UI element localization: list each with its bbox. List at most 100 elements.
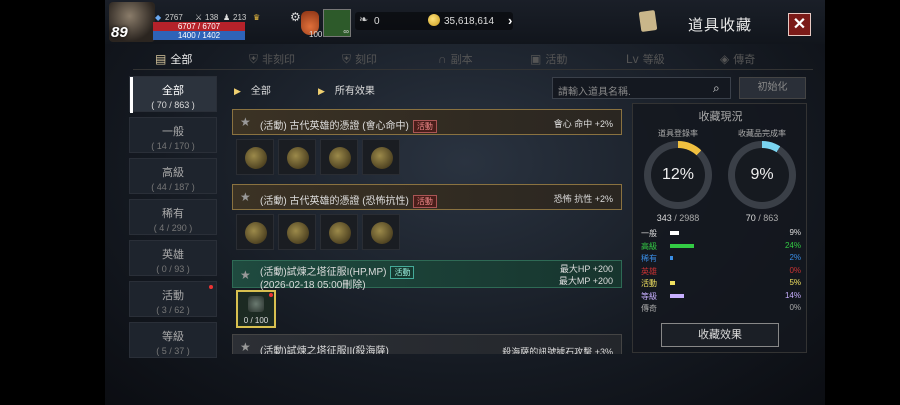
completion-rate-label: 收藏品完成率	[738, 129, 786, 138]
tab-engraved[interactable]: ⛨ 刻印	[342, 48, 377, 70]
completion-count: 70 / 863	[727, 213, 797, 223]
sidebar-item-count: ( 5 / 37 )	[156, 346, 190, 356]
collection-entry-header[interactable]: ★ (活動)試煉之塔征服I(HP,MP) 活動 (2026-02-18 05:00…	[232, 260, 622, 291]
entry-name: (活動)試煉之塔征服II(殺海薩)	[260, 346, 389, 354]
tab-dungeon[interactable]: ∩ 副本	[438, 48, 473, 70]
tab-label: 刻印	[355, 54, 378, 66]
stat-attack: 138	[205, 13, 219, 22]
entry-title: (活動) 古代英雄的憑證 (會心命中) 活動	[260, 117, 437, 133]
close-button[interactable]: ✕	[788, 13, 811, 36]
sidebar-item-common[interactable]: 一般 ( 14 / 170 )	[129, 117, 217, 153]
mp-bar: 1400 / 1402	[153, 31, 245, 40]
tab-event[interactable]: ▣ 活動	[530, 48, 567, 70]
entry-name: (活動) 古代英雄的憑證 (恐怖抗性)	[260, 196, 409, 207]
rarity-bar	[670, 281, 675, 285]
gem-icon: ◈	[720, 52, 730, 66]
sidebar-item-all[interactable]: 全部 ( 70 / 863 )	[129, 76, 217, 113]
reset-button[interactable]: 初始化	[739, 77, 806, 99]
event-tag: 活動	[390, 266, 415, 279]
category-filter-label: 全部	[250, 86, 271, 97]
registration-count-value: 343	[656, 213, 672, 223]
item-slot[interactable]	[320, 139, 358, 175]
star-icon[interactable]: ★	[240, 340, 251, 354]
sidebar-item-level[interactable]: 等級 ( 5 / 37 )	[129, 322, 217, 358]
chevron-right-icon[interactable]: ›	[508, 13, 512, 28]
entry-effect: 最大HP +200	[559, 264, 613, 274]
collection-list[interactable]: ★ (活動) 古代英雄的憑證 (會心命中) 活動 會心 命中 +2% ★ (活動)…	[232, 106, 624, 354]
entry-effect: 會心 命中 +2%	[553, 119, 613, 129]
item-slot-selected[interactable]: 0 / 100	[236, 290, 276, 328]
tab-legend[interactable]: ◈ 傳奇	[720, 48, 755, 70]
tab-non-engraved[interactable]: ⛨ 非刻印	[249, 48, 295, 70]
rarity-sidebar: 全部 ( 70 / 863 ) 一般 ( 14 / 170 ) 高級 ( 44 / 1…	[129, 76, 217, 358]
item-slot[interactable]	[278, 214, 316, 250]
collection-entry-header[interactable]: ★ (活動)試煉之塔征服II(殺海薩) 殺海薩的訊號據石攻擊 +3%	[232, 334, 622, 354]
collection-entry-header[interactable]: ★ (活動) 古代英雄的憑證 (會心命中) 活動 會心 命中 +2%	[232, 109, 622, 135]
event-tag: 活動	[412, 120, 437, 133]
star-icon[interactable]: ★	[240, 115, 251, 129]
rarity-bar	[670, 243, 694, 248]
shield-icon: ⛨	[342, 51, 352, 66]
player-level: 89	[111, 24, 128, 41]
sidebar-item-advanced[interactable]: 高級 ( 44 / 187 )	[129, 158, 217, 194]
rarity-name: 等級	[641, 291, 657, 301]
currency-feather: 0	[374, 16, 380, 27]
stat-power-icon: ◆	[155, 13, 162, 22]
skill-slot[interactable]: ∞	[323, 9, 351, 37]
item-slot[interactable]	[278, 139, 316, 175]
collection-status-panel: 收藏現況 道具登錄率 收藏品完成率 12% 9% 343 / 2988 70 /…	[632, 103, 807, 353]
sidebar-item-count: ( 0 / 93 )	[156, 264, 190, 274]
tab-level[interactable]: Lv 等級	[626, 48, 665, 70]
trophy-icon: ♛	[253, 13, 261, 22]
star-icon[interactable]: ★	[240, 268, 251, 282]
sidebar-item-label: 一般	[162, 126, 184, 138]
collection-effect-button[interactable]: 收藏效果	[661, 323, 779, 347]
search-icon[interactable]: ⌕	[713, 81, 720, 96]
book-icon: ▤	[155, 52, 167, 66]
currency-gold: 35,618,614	[444, 16, 495, 27]
sidebar-item-count: ( 4 / 290 )	[153, 223, 193, 233]
category-tabs: ▤ 全部 ⛨ 非刻印 ⛨ 刻印 ∩ 副本 ▣ 活動 Lv 等級 ◈ 傳奇	[133, 48, 813, 70]
gift-icon: ▣	[530, 52, 542, 66]
rarity-bar	[670, 256, 673, 260]
item-slot[interactable]	[362, 214, 400, 250]
gear-icon[interactable]: ⚙	[290, 10, 301, 24]
rarity-name: 一般	[641, 229, 657, 238]
rarity-row: 等級 14%	[641, 291, 801, 302]
category-filter[interactable]: ▶ 全部	[234, 82, 271, 97]
sidebar-item-hero[interactable]: 英雄 ( 0 / 93 )	[129, 240, 217, 276]
event-tag: 活動	[412, 195, 437, 208]
tab-all[interactable]: ▤ 全部	[155, 48, 192, 70]
sidebar-item-rare[interactable]: 稀有 ( 4 / 290 )	[129, 199, 217, 235]
entry-effect: 最大MP +200	[558, 276, 613, 286]
left-letterbox	[0, 0, 105, 405]
item-slot[interactable]	[236, 139, 274, 175]
hp-bar: 6707 / 6707	[153, 22, 245, 31]
registration-rate-ring: 12%	[644, 141, 712, 209]
rarity-name: 高級	[641, 241, 657, 251]
rarity-name: 英雄	[641, 266, 657, 276]
sidebar-item-event[interactable]: 活動 ( 3 / 62 )	[129, 281, 217, 317]
completion-count-value: 70	[745, 213, 756, 223]
item-slot[interactable]	[362, 139, 400, 175]
sidebar-item-label: 英雄	[162, 249, 184, 261]
sidebar-item-count: ( 44 / 187 )	[151, 182, 195, 192]
search-input[interactable]: 請輸入道具名稱. ⌕	[552, 77, 731, 99]
rarity-percent: 0%	[789, 303, 801, 312]
sidebar-item-label: 等級	[162, 331, 184, 343]
stat-attack-icon: ⚔	[195, 13, 203, 22]
item-slot[interactable]	[320, 214, 358, 250]
top-bar: 89 ◆ 2767 ⚔ 138 ♟ 213 ♛ 6707 / 6707 1400…	[105, 0, 825, 44]
stat-power: 2767	[165, 13, 183, 22]
slot-count: 0 / 100	[243, 316, 269, 325]
item-slot[interactable]	[236, 214, 274, 250]
collection-book-icon	[638, 9, 658, 33]
star-icon[interactable]: ★	[240, 190, 251, 204]
game-screen: 89 ◆ 2767 ⚔ 138 ♟ 213 ♛ 6707 / 6707 1400…	[105, 0, 825, 405]
rarity-percent: 2%	[789, 253, 801, 262]
tab-label: 傳奇	[733, 54, 756, 66]
effect-filter[interactable]: ▶ 所有效果	[318, 82, 375, 97]
collection-entry-header[interactable]: ★ (活動) 古代英雄的憑證 (恐怖抗性) 活動 恐怖 抗性 +2%	[232, 184, 622, 210]
shield-icon: ⛨	[249, 51, 259, 66]
sidebar-item-count: ( 3 / 62 )	[156, 305, 190, 315]
